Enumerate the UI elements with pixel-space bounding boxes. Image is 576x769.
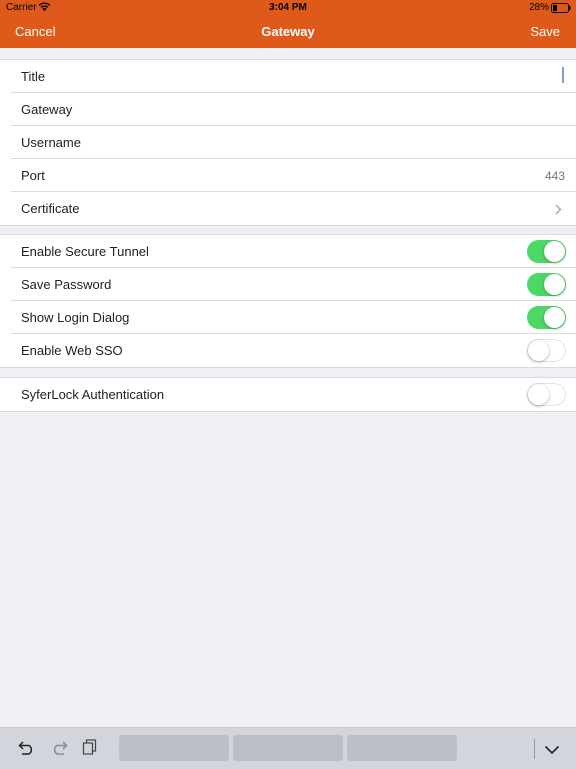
certificate-row[interactable]: Certificate [11,192,576,225]
save-password-toggle[interactable] [527,273,566,296]
suggestion-slot-3[interactable] [347,735,457,761]
title-field-label: Title [21,69,46,84]
toggle-knob [544,241,565,262]
battery-icon [551,3,571,16]
certificate-label: Certificate [21,201,80,216]
toggle-knob [544,307,565,328]
paste-icon[interactable] [82,739,98,760]
gateway-field[interactable]: Gateway [11,93,576,126]
status-bar: Carrier 3:04 PM 28% [0,0,576,16]
status-time: 3:04 PM [269,2,307,13]
show-login-dialog-row: Show Login Dialog [11,301,576,334]
toggle-knob [528,340,549,361]
enable-secure-tunnel-row: Enable Secure Tunnel [11,235,576,268]
text-cursor [562,67,564,83]
syferlock-authentication-label: SyferLock Authentication [21,387,165,402]
save-password-label: Save Password [21,277,112,292]
page-title: Gateway [261,24,315,39]
syferlock-authentication-row: SyferLock Authentication [11,378,576,411]
battery-percentage: 28% [528,2,549,13]
enable-secure-tunnel-toggle[interactable] [527,240,566,263]
username-field-label: Username [21,135,81,150]
navigation-bar: Cancel Gateway Save [0,16,576,48]
suggestion-slot-1[interactable] [119,735,229,761]
enable-web-sso-toggle[interactable] [527,339,566,362]
toggle-knob [528,384,549,405]
title-field[interactable]: Title [11,60,576,93]
chevron-right-icon [555,202,562,220]
syferlock-authentication-toggle[interactable] [527,383,566,406]
enable-web-sso-row: Enable Web SSO [11,334,576,367]
options-toggles-group: Enable Secure Tunnel Save Password Show … [0,234,576,368]
redo-icon[interactable] [50,739,68,760]
show-login-dialog-label: Show Login Dialog [21,310,130,325]
keyboard-shortcut-bar [0,727,576,769]
syferlock-group: SyferLock Authentication [0,377,576,412]
save-password-row: Save Password [11,268,576,301]
port-field-value: 443 [544,169,565,183]
enable-web-sso-label: Enable Web SSO [21,343,123,358]
port-field[interactable]: Port 443 [11,159,576,192]
suggestion-slot-2[interactable] [233,735,343,761]
username-field[interactable]: Username [11,126,576,159]
chevron-down-icon[interactable] [544,742,560,760]
toolbar-divider [534,739,535,759]
gateway-fields-group: Title Gateway Username Port 443 Certific… [0,59,576,226]
enable-secure-tunnel-label: Enable Secure Tunnel [21,244,149,259]
toggle-knob [544,274,565,295]
show-login-dialog-toggle[interactable] [527,306,566,329]
port-field-label: Port [21,168,45,183]
undo-icon[interactable] [18,739,36,760]
gateway-field-label: Gateway [21,102,73,117]
save-button[interactable]: Save [530,24,560,39]
